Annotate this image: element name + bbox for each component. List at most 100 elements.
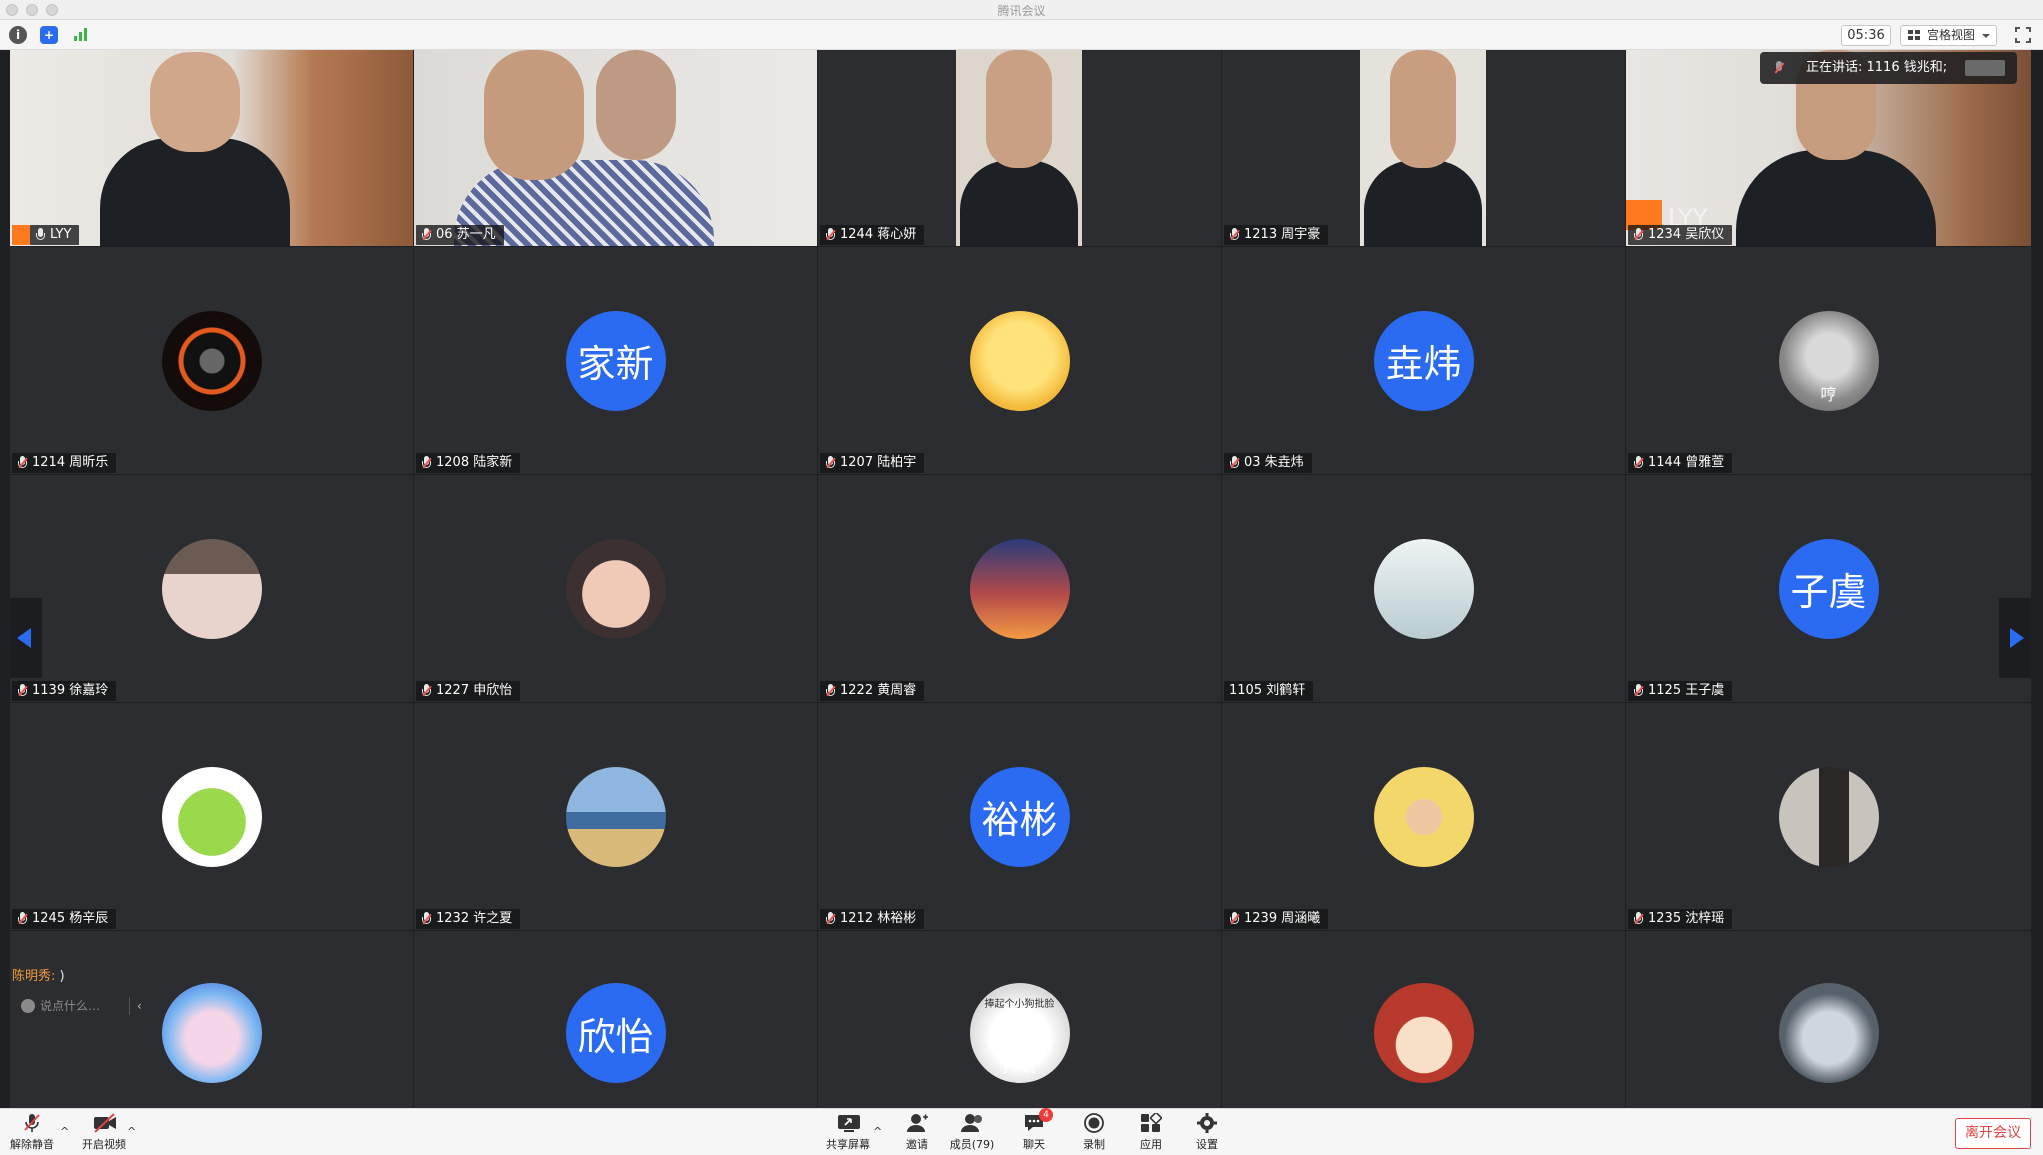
avatar: 裕彬: [969, 766, 1070, 867]
participant-tile[interactable]: 捧起个小狗批脸 严肃: [818, 931, 1221, 1108]
share-screen-label: 共享屏幕: [826, 1138, 870, 1151]
video-options-caret[interactable]: ^: [127, 1125, 136, 1138]
participant-name-tag: 1213 周宇豪: [1224, 225, 1329, 245]
participant-name-tag: 06 苏一凡: [416, 225, 504, 245]
participant-name-tag: 1207 陆柏宇: [820, 453, 925, 473]
participant-tile[interactable]: 1222 黄周睿: [818, 475, 1221, 702]
signal-strength-icon[interactable]: [72, 26, 90, 44]
sticker-text: 哼: [1820, 384, 1837, 404]
chat-input-placeholder: 说点什么…: [40, 999, 101, 1013]
participant-name: 1208 陆家新: [436, 455, 513, 470]
fullscreen-icon[interactable]: [2015, 27, 2031, 43]
participant-tile[interactable]: [1222, 931, 1625, 1108]
participant-name: 1207 陆柏宇: [840, 455, 917, 470]
participant-tile[interactable]: 1139 徐嘉玲: [10, 475, 413, 702]
previous-page-button[interactable]: [10, 598, 42, 678]
participant-tile[interactable]: 家新 1208 陆家新: [414, 247, 817, 474]
share-options-caret[interactable]: ^: [873, 1125, 882, 1138]
participant-name: 1214 周昕乐: [32, 455, 109, 470]
chat-button[interactable]: 4 聊天: [1008, 1108, 1060, 1152]
participant-tile[interactable]: 1105 刘鹤轩: [1222, 475, 1625, 702]
participant-tile[interactable]: 1227 申欣怡: [414, 475, 817, 702]
members-button[interactable]: 成员(79): [946, 1113, 998, 1152]
participant-tile[interactable]: 裕彬 1212 林裕彬: [818, 703, 1221, 930]
participant-name: 1212 林裕彬: [840, 911, 917, 926]
unmute-label: 解除静音: [10, 1138, 54, 1151]
collapse-chat-icon[interactable]: ‹: [137, 997, 142, 1015]
participant-name-tag: LYY: [30, 225, 80, 245]
avatar: [969, 310, 1070, 411]
avatar: [1373, 766, 1474, 867]
participant-grid: LYY 06 苏一凡 1244 蒋心妍 1213 周宇豪 LYY 1234 吴欣…: [10, 50, 2031, 1108]
members-icon: [961, 1113, 983, 1133]
participant-tile[interactable]: 哼 1144 曾雅萱: [1626, 247, 2031, 474]
avatar: [161, 766, 262, 867]
active-speaker-banner: 正在讲话: 1116 钱兆和;: [1760, 52, 2018, 84]
view-mode-select[interactable]: 宫格视图: [1900, 25, 1997, 46]
participant-tile[interactable]: 1232 许之夏: [414, 703, 817, 930]
participant-name: 1105 刘鹤轩: [1229, 683, 1306, 698]
apps-icon: [1140, 1111, 1163, 1133]
video-tile-06[interactable]: 06 苏一凡: [414, 50, 817, 246]
meeting-control-bar: 解除静音 ^ 开启视频 ^ 共享屏幕 ^ 邀请 成员(79) 4 聊天 录制 应…: [0, 1108, 2043, 1155]
participant-tile[interactable]: 1235 沈梓瑶: [1626, 703, 2031, 930]
share-screen-button[interactable]: 共享屏幕: [822, 1113, 874, 1152]
participant-tile[interactable]: 欣怡: [414, 931, 817, 1108]
webcam-second-person: [596, 50, 676, 160]
sticker-text: 捧起个小狗批脸: [984, 999, 1055, 1010]
participant-name-tag: 1208 陆家新: [416, 453, 521, 473]
invite-button[interactable]: 邀请: [891, 1113, 943, 1152]
participant-tile[interactable]: 子虞 1125 王子虞: [1626, 475, 2031, 702]
unmute-button[interactable]: 解除静音: [6, 1113, 58, 1152]
view-mode-label: 宫格视图: [1927, 28, 1976, 42]
emoji-icon[interactable]: [21, 999, 35, 1013]
participant-tile[interactable]: [1626, 931, 2031, 1108]
invite-label: 邀请: [906, 1138, 928, 1151]
participant-tile[interactable]: 1214 周昕乐: [10, 247, 413, 474]
start-video-button[interactable]: 开启视频: [78, 1113, 130, 1152]
invite-user-icon: [906, 1113, 928, 1133]
security-shield-icon[interactable]: +: [40, 26, 58, 44]
participant-tile[interactable]: 垚炜 03 朱垚炜: [1222, 247, 1625, 474]
participant-name: 1235 沈梓瑶: [1648, 911, 1725, 926]
video-tile-1244[interactable]: 1244 蒋心妍: [818, 50, 1221, 246]
participant-name: 1245 杨辛辰: [32, 911, 109, 926]
webcam-person-head: [986, 50, 1052, 168]
meeting-toolbar: i + 05:36 宫格视图: [0, 20, 2043, 50]
apps-button[interactable]: 应用: [1125, 1111, 1177, 1152]
participant-name-tag: 1235 沈梓瑶: [1628, 909, 1733, 929]
webcam-person-body: [1364, 160, 1482, 246]
next-page-button[interactable]: [1999, 598, 2031, 678]
mic-muted-icon: [826, 228, 836, 242]
mic-muted-icon: [1230, 912, 1240, 926]
meeting-timer: 05:36: [1841, 25, 1891, 46]
video-tile-lyy[interactable]: LYY: [10, 50, 413, 246]
record-button[interactable]: 录制: [1068, 1113, 1120, 1152]
gear-icon: [1196, 1113, 1218, 1133]
video-tile-1213[interactable]: 1213 周宇豪: [1222, 50, 1625, 246]
participant-name: 1232 许之夏: [436, 911, 513, 926]
mic-muted-icon: [21, 1113, 43, 1133]
avatar: 欣怡: [565, 983, 666, 1083]
settings-button[interactable]: 设置: [1181, 1113, 1233, 1152]
participant-tile[interactable]: 1245 杨辛辰: [10, 703, 413, 930]
audio-options-caret[interactable]: ^: [60, 1125, 69, 1138]
participant-tile[interactable]: 1239 周涵曦: [1222, 703, 1625, 930]
settings-label: 设置: [1196, 1138, 1218, 1151]
leave-meeting-button[interactable]: 离开会议: [1955, 1118, 2031, 1149]
mic-muted-icon: [1634, 684, 1644, 698]
chat-message: 陈明秀: ): [12, 969, 65, 984]
avatar: [161, 983, 262, 1083]
avatar: [1373, 983, 1474, 1083]
avatar: 子虞: [1778, 538, 1879, 639]
unread-badge: 4: [1039, 1108, 1053, 1122]
avatar: [565, 766, 666, 867]
participant-tile[interactable]: [10, 931, 413, 1108]
participant-tile[interactable]: 1207 陆柏宇: [818, 247, 1221, 474]
mic-muted-icon: [826, 684, 836, 698]
participant-name: 1144 曾雅萱: [1648, 455, 1725, 470]
chat-input[interactable]: 说点什么… ‹: [12, 997, 147, 1015]
info-icon[interactable]: i: [9, 26, 27, 44]
mic-muted-icon: [422, 228, 432, 242]
avatar: [565, 538, 666, 639]
